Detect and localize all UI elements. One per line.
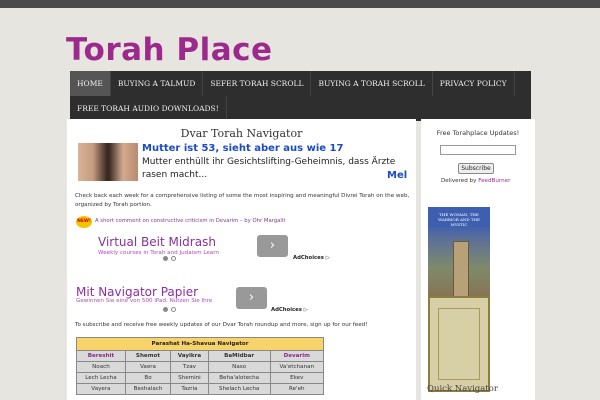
updates-title: Free Torahplace Updates! — [436, 129, 520, 137]
table-row: Noach Vaera Tzav Naso Va'etchanan — [76, 361, 325, 373]
parasha-cell[interactable]: Tazria — [170, 383, 209, 395]
nav-row-1: HOME BUYING A TALMUD SEFER TORAH SCROLL … — [70, 71, 531, 96]
site-title[interactable]: Torah Place — [66, 32, 273, 68]
nav-item-audio-downloads[interactable]: FREE TORAH AUDIO DOWNLOADS! — [70, 96, 227, 121]
delivered-by-label: Delivered by — [441, 178, 477, 184]
parasha-cell[interactable]: Va'etchanan — [269, 361, 325, 373]
quick-navigator-heading: Quick Navigator — [427, 384, 498, 394]
parasha-cell[interactable]: Beshalach — [124, 383, 172, 395]
parasha-cell[interactable]: Naso — [207, 361, 271, 373]
tower-image — [453, 241, 469, 301]
parasha-cell[interactable]: Re'eh — [269, 383, 325, 395]
nav-item-buying-talmud[interactable]: BUYING A TALMUD — [111, 71, 204, 96]
main-content: Dvar Torah Navigator Mutter ist 53, sieh… — [67, 119, 416, 400]
parasha-cell[interactable]: Tzav — [170, 361, 209, 373]
ad-headline[interactable]: Mutter ist 53, sieht aber aus wie 17 — [142, 143, 343, 154]
ad2-adchoices[interactable]: AdChoices ▷ — [293, 255, 330, 261]
book2-frame — [438, 308, 480, 380]
parasha-cell[interactable]: Shelach Lecha — [207, 383, 271, 395]
ad3-adchoices[interactable]: AdChoices ▷ — [271, 307, 308, 313]
nav-item-home[interactable]: HOME — [70, 71, 111, 96]
pager-dot[interactable] — [163, 256, 168, 261]
nav-item-buying-torah[interactable]: BUYING A TORAH SCROLL — [311, 71, 433, 96]
ad2-subtitle[interactable]: Weekly courses in Torah and Judaism Lear… — [98, 250, 219, 256]
parasha-cell[interactable]: Shemini — [170, 372, 209, 384]
book-cover-2[interactable] — [428, 296, 490, 392]
nav-item-sefer-torah[interactable]: SEFER TORAH SCROLL — [203, 71, 312, 96]
nav-row-2: FREE TORAH AUDIO DOWNLOADS! — [70, 96, 531, 121]
ad3-subtitle[interactable]: Gewinnen Sie eine von 500 iPad. Nutzen S… — [76, 298, 226, 305]
intro-text: Check back each week for a comprehensive… — [75, 193, 410, 208]
ad2-pager — [163, 256, 176, 261]
book-shemot[interactable]: Shemot — [124, 350, 172, 362]
book-devarim[interactable]: Devarim — [269, 350, 325, 362]
subscribe-note: To subscribe and receive free weekly upd… — [75, 322, 368, 328]
top-bar — [0, 0, 600, 8]
pager-dot[interactable] — [171, 256, 176, 261]
ad3-pager — [163, 307, 176, 312]
table-header: Parashat Ha-Shavua Navigator — [76, 337, 324, 351]
sidebar: Free Torahplace Updates! Subscribe Deliv… — [421, 119, 535, 400]
parasha-cell[interactable]: Vayera — [76, 383, 126, 395]
new-post-link[interactable]: A short comment on constructive criticis… — [95, 218, 285, 224]
parasha-cell[interactable]: Beha'alotecha — [207, 372, 271, 384]
pager-dot[interactable] — [163, 307, 168, 312]
ad2-arrow-button[interactable]: › — [257, 235, 288, 257]
main-nav: HOME BUYING A TALMUD SEFER TORAH SCROLL … — [70, 71, 531, 121]
ad-more-link[interactable]: Mel — [387, 170, 407, 181]
ad3-title[interactable]: Mit Navigator Papier — [76, 285, 198, 299]
pager-dot[interactable] — [171, 307, 176, 312]
delivered-by: Delivered by FeedBurner — [441, 178, 510, 184]
book1-title: THE WOMAN, THE WARRIOR AND THE MYSTIC — [438, 212, 480, 227]
table-row: Vayera Beshalach Tazria Shelach Lecha Re… — [76, 383, 325, 395]
new-badge-icon: NEW! — [76, 216, 92, 228]
parasha-cell[interactable]: Lech Lecha — [76, 372, 126, 384]
feedburner-link[interactable]: FeedBurner — [478, 178, 510, 184]
parasha-cell[interactable]: Noach — [76, 361, 126, 373]
subscribe-button[interactable]: Subscribe — [458, 163, 494, 174]
parasha-cell[interactable]: Vaera — [124, 361, 172, 373]
parasha-cell[interactable]: Ekev — [269, 372, 325, 384]
ad-body[interactable]: Mutter enthüllt ihr Gesichtslifting-Gehe… — [142, 156, 412, 182]
table-books-row: Bereshit Shemot Vayikra BaMidbar Devarim — [76, 350, 325, 362]
table-header-row: Parashat Ha-Shavua Navigator — [76, 337, 324, 351]
parasha-cell[interactable]: Bo — [124, 372, 172, 384]
ad3-arrow-button[interactable]: › — [236, 287, 267, 309]
nav-item-privacy[interactable]: PRIVACY POLICY — [433, 71, 515, 96]
table-row: Lech Lecha Bo Shemini Beha'alotecha Ekev — [76, 372, 325, 384]
ad2-title[interactable]: Virtual Beit Midrash — [98, 235, 216, 249]
book-bereshit[interactable]: Bereshit — [76, 350, 126, 362]
book-vayikra[interactable]: Vayikra — [170, 350, 209, 362]
book-bamidbar[interactable]: BaMidbar — [207, 350, 271, 362]
email-input[interactable] — [440, 145, 516, 155]
ad-image[interactable] — [78, 143, 138, 181]
post-title: Dvar Torah Navigator — [180, 127, 303, 140]
parasha-navigator-table: Parashat Ha-Shavua Navigator Bereshit Sh… — [76, 337, 325, 395]
